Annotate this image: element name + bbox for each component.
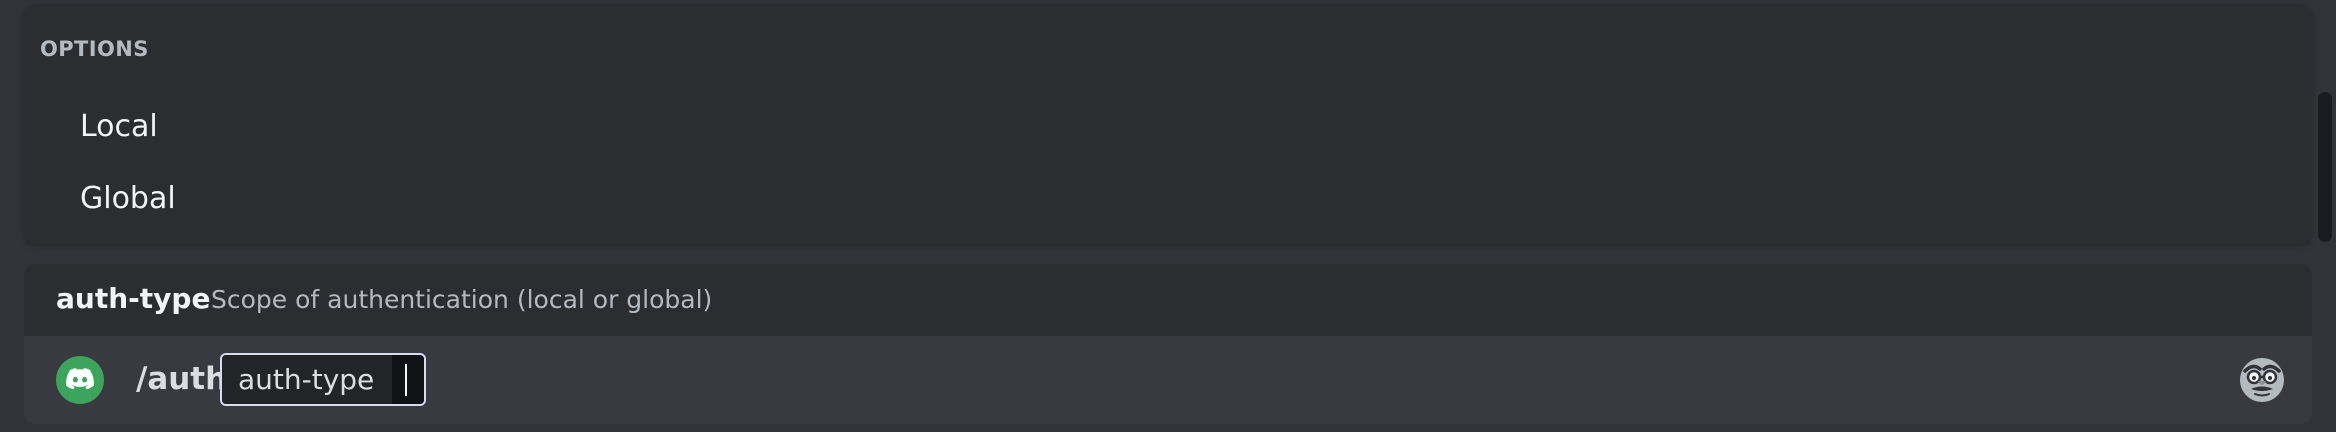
option-item-local[interactable]: Local	[32, 94, 2304, 158]
parameter-value-input[interactable]	[392, 355, 424, 404]
scrollbar-thumb[interactable]	[2318, 92, 2332, 242]
command-parameter-pill[interactable]: auth-type	[220, 353, 426, 406]
slash-command-composer: OPTIONS Local Global auth-type Scope of …	[0, 0, 2336, 432]
message-input-bar[interactable]: /auth auth-type	[24, 336, 2312, 424]
option-hint-bar: auth-type Scope of authentication (local…	[24, 264, 2312, 336]
hint-option-name: auth-type	[56, 282, 211, 315]
option-item-global[interactable]: Global	[32, 166, 2304, 230]
options-header: OPTIONS	[40, 37, 149, 61]
discord-icon	[56, 356, 104, 404]
slash-command-name: /auth	[136, 361, 228, 397]
option-label: Global	[80, 181, 176, 216]
option-label: Local	[80, 109, 158, 144]
autocomplete-options-panel: OPTIONS Local Global	[24, 4, 2312, 244]
disguised-face-icon[interactable]	[2238, 356, 2286, 404]
parameter-name: auth-type	[222, 355, 392, 404]
hint-option-description: Scope of authentication (local or global…	[211, 285, 713, 314]
text-caret	[405, 364, 407, 396]
